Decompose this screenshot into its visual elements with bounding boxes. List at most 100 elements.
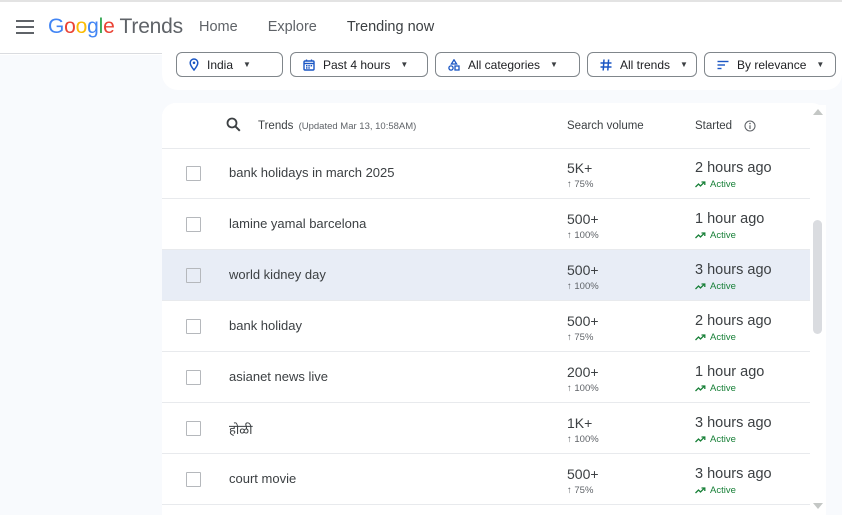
status-label: Active [710,383,736,394]
caret-down-icon: ▼ [550,60,558,69]
scrollbar-thumb[interactable] [813,220,822,334]
trending-up-icon [695,181,706,188]
volume-change: ↑ 100% [567,434,599,445]
caret-down-icon: ▼ [400,60,409,69]
logo-letter: g [87,15,99,38]
caret-down-icon: ▼ [243,60,251,69]
trends-table: Trends (Updated Mar 13, 10:58AM) Search … [162,103,826,515]
trends-label: Trends [258,120,294,132]
status-active: Active [695,434,736,445]
status-active: Active [695,281,736,292]
info-icon[interactable] [744,119,756,137]
started-time: 3 hours ago [695,262,772,278]
search-volume: 500+ [567,211,599,227]
search-volume: 200+ [567,364,599,380]
trend-term[interactable]: bank holidays in march 2025 [229,165,395,180]
search-volume: 1K+ [567,415,593,431]
calendar-icon [303,59,315,71]
category-filter-chip[interactable]: All categories ▼ [435,52,580,77]
row-checkbox[interactable] [186,217,201,232]
status-active: Active [695,383,736,394]
hamburger-menu-icon[interactable] [16,20,34,34]
caret-down-icon: ▼ [680,60,688,69]
table-body: ↑ 100% Active bank holidays in march 202… [162,103,810,505]
column-header-search-volume[interactable]: Search volume [567,120,644,132]
search-volume: 5K+ [567,160,593,176]
status-label: Active [710,281,736,292]
row-checkbox[interactable] [186,472,201,487]
sort-icon [717,60,729,70]
sort-filter-chip[interactable]: By relevance ▼ [704,52,836,77]
started-time: 1 hour ago [695,364,765,380]
chip-label: India [207,57,234,72]
volume-change: ↑ 100% [567,383,599,394]
google-trends-logo[interactable]: Google Trends [48,15,183,39]
status-active: Active [695,485,736,496]
categories-icon [448,58,460,71]
trending-up-icon [695,232,706,239]
table-row[interactable]: world kidney day 500+ ↑ 100% 3 hours ago… [162,250,810,301]
logo-letter: o [75,15,88,38]
started-time: 3 hours ago [695,466,772,482]
left-sidebar [0,55,162,515]
trend-term[interactable]: world kidney day [229,267,326,282]
row-checkbox[interactable] [186,166,201,181]
trend-term[interactable]: bank holiday [229,318,302,333]
status-label: Active [710,434,736,445]
trend-term[interactable]: lamine yamal barcelona [229,216,366,231]
volume-change: ↑ 75% [567,485,594,496]
search-icon[interactable] [226,117,241,137]
trend-term[interactable]: court movie [229,471,296,486]
table-row[interactable]: lamine yamal barcelona 500+ ↑ 100% 1 hou… [162,199,810,250]
logo-letter: G [48,15,65,38]
chip-label: All trends [620,57,671,72]
started-time: 1 hour ago [695,211,765,227]
status-label: Active [710,179,736,190]
location-filter-chip[interactable]: India ▼ [176,52,283,77]
search-volume: 500+ [567,313,599,329]
status-active: Active [695,230,736,241]
trending-up-icon [695,283,706,290]
status-active: Active [695,332,736,343]
location-pin-icon [189,58,199,71]
table-header: Trends (Updated Mar 13, 10:58AM) Search … [162,103,810,149]
row-checkbox[interactable] [186,370,201,385]
time-range-filter-chip[interactable]: Past 4 hours ▼ [290,52,428,77]
table-row[interactable]: asianet news live 200+ ↑ 100% 1 hour ago… [162,352,810,403]
trending-up-icon [695,487,706,494]
table-row[interactable]: होळी 1K+ ↑ 100% 3 hours ago Active [162,403,810,454]
table-row[interactable]: bank holidays in march 2025 5K+ ↑ 75% 2 … [162,148,810,199]
updated-timestamp: (Updated Mar 13, 10:58AM) [298,121,417,132]
status-active: Active [695,179,736,190]
trending-up-icon [695,385,706,392]
scroll-down-arrow-icon[interactable] [813,503,823,509]
trend-term[interactable]: होळी [229,420,253,438]
column-header-started[interactable]: Started [695,120,732,132]
chip-label: Past 4 hours [323,57,391,72]
volume-change: ↑ 75% [567,179,594,190]
volume-change: ↑ 75% [567,332,594,343]
status-label: Active [710,230,736,241]
trending-up-icon [695,436,706,443]
logo-letter: o [64,15,76,38]
started-time: 2 hours ago [695,313,772,329]
status-label: Active [710,332,736,343]
row-checkbox[interactable] [186,319,201,334]
hashtag-icon [600,58,612,71]
row-checkbox[interactable] [186,421,201,436]
column-header-trends: Trends (Updated Mar 13, 10:58AM) [258,120,416,132]
filter-bar: India ▼ Past 4 hours ▼ All categories ▼ … [176,52,836,77]
started-time: 3 hours ago [695,415,772,431]
search-volume: 500+ [567,262,599,278]
logo-product-name: Trends [119,15,184,38]
row-checkbox[interactable] [186,268,201,283]
volume-change: ↑ 100% [567,230,599,241]
scroll-up-arrow-icon[interactable] [813,109,823,115]
trending-up-icon [695,334,706,341]
table-row[interactable]: bank holiday 500+ ↑ 75% 2 hours ago Acti… [162,301,810,352]
table-row[interactable]: court movie 500+ ↑ 75% 3 hours ago Activ… [162,454,810,505]
started-time: 2 hours ago [695,160,772,176]
trend-term[interactable]: asianet news live [229,369,328,384]
logo-letter: e [103,15,115,38]
trend-type-filter-chip[interactable]: All trends ▼ [587,52,697,77]
